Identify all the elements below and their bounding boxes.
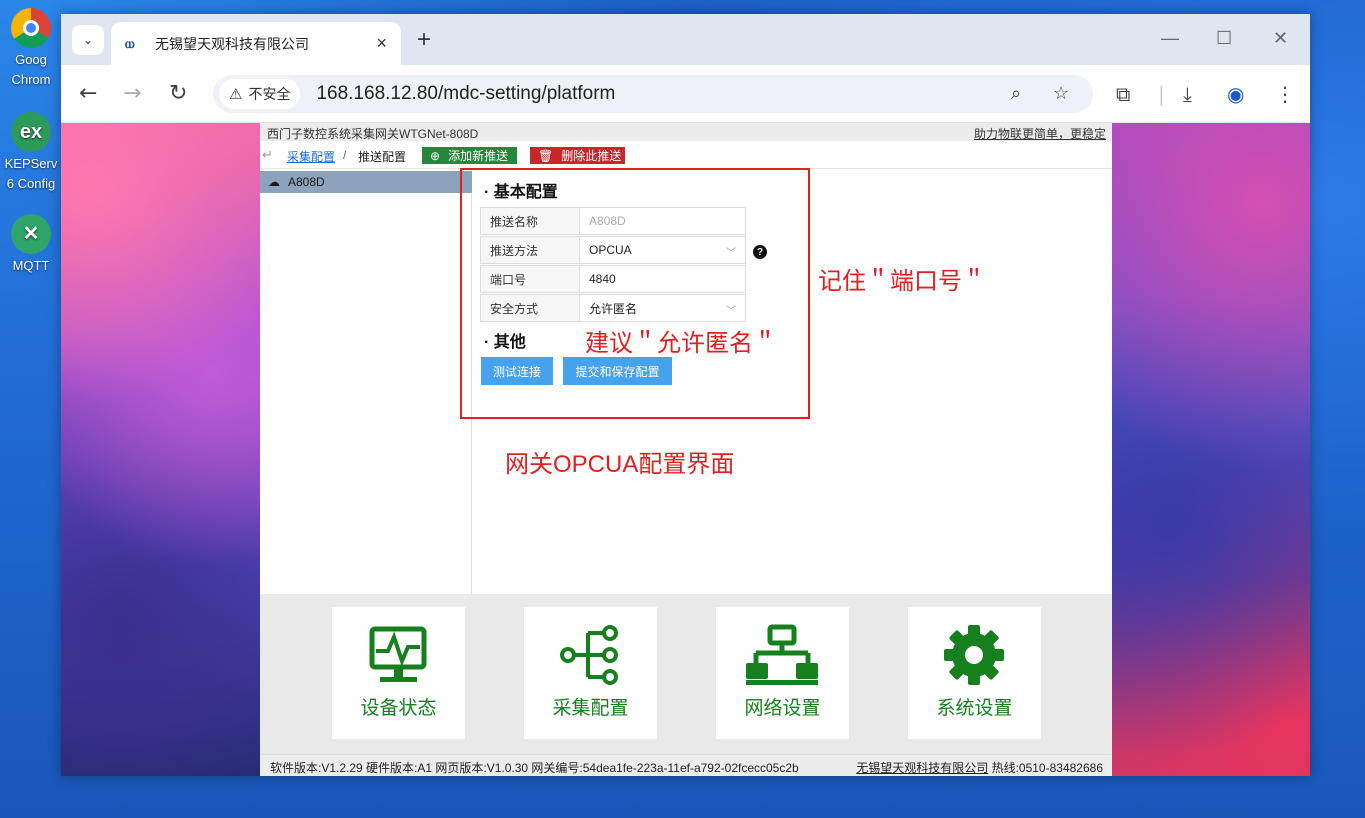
monitor-pulse-icon (369, 626, 427, 682)
tile-system-settings[interactable]: 系统设置 (908, 607, 1041, 739)
tile-device-status[interactable]: 设备状态 (332, 607, 465, 739)
company-link[interactable]: 无锡望天观科技有限公司 (856, 761, 988, 775)
extensions-icon[interactable]: ⧉ (1116, 82, 1130, 106)
tile-label: 系统设置 (936, 698, 1013, 719)
security-annotation: 建议＂允许匿名＂ (585, 330, 777, 357)
port-annotation: 记住＂端口号＂ (818, 268, 986, 295)
page-viewport: 西门子数控系统采集网关WTGNet-808D 助力物联更简单，更稳定 ↵ 采集配… (61, 123, 1310, 776)
toolbar-divider: | (1158, 82, 1165, 106)
sidebar-item-a808d[interactable]: ☁ A808D (260, 171, 472, 193)
footer-right: 无锡望天观科技有限公司 热线:0510-83482686 (856, 759, 1103, 776)
tab-search-button[interactable]: ⌄ (72, 25, 104, 55)
tile-network-settings[interactable]: 网络设置 (716, 607, 849, 739)
delete-push-label: 删除此推送 (561, 149, 622, 163)
browser-toolbar: ← → ↻ ⚠ 不安全 168.168.12.80/mdc-setting/pl… (61, 65, 1310, 123)
desktop-icon-label: Goog (15, 52, 47, 67)
tile-label: 设备状态 (360, 698, 437, 719)
browser-tab[interactable]: ⲱ 无锡望天观科技有限公司 × (111, 22, 401, 65)
breadcrumb: ↵ 采集配置 / 推送配置 ⊕ 添加新推送 🗑 删除此推送 (260, 141, 1112, 169)
back-arrow-icon[interactable]: ↵ (262, 147, 273, 163)
version-info: 软件版本:V1.2.29 硬件版本:A1 网页版本:V1.0.30 网关编号:5… (270, 761, 799, 775)
gear-icon (944, 625, 1004, 685)
desktop-icon-kepserver[interactable]: ex KEPServ 6 Config (0, 112, 62, 194)
url-text[interactable]: 168.168.12.80/mdc-setting/platform (316, 83, 615, 105)
menu-kebab-icon[interactable]: ⋮ (1275, 82, 1295, 106)
breadcrumb-root-link[interactable]: 采集配置 (287, 148, 335, 165)
tab-title: 无锡望天观科技有限公司 (155, 35, 309, 52)
network-icon (746, 624, 818, 685)
tab-strip: ⌄ ⲱ 无锡望天观科技有限公司 × + — ☐ ✕ (61, 14, 1310, 65)
plus-circle-icon: ⊕ (430, 148, 441, 163)
kepserver-icon: ex (11, 112, 51, 152)
back-icon[interactable]: ← (79, 81, 97, 106)
desktop-icon-label: MQTT (12, 258, 50, 273)
add-push-button[interactable]: ⊕ 添加新推送 (422, 147, 517, 164)
zoom-icon[interactable]: ⌕ (1011, 83, 1021, 104)
annotation-highlight-box (460, 168, 810, 419)
node-tree-icon (560, 625, 618, 685)
tile-collect-config[interactable]: 采集配置 (524, 607, 657, 739)
app-header: 西门子数控系统采集网关WTGNet-808D 助力物联更简单，更稳定 (260, 123, 1112, 141)
hotline-text: 热线:0510-83482686 (991, 761, 1103, 775)
close-icon[interactable]: × (376, 33, 387, 54)
gateway-app: 西门子数控系统采集网关WTGNet-808D 助力物联更简单，更稳定 ↵ 采集配… (260, 123, 1112, 776)
desktop-icon-label: Chrom (11, 72, 51, 87)
cloud-sync-icon: ☁ (268, 175, 280, 189)
security-indicator[interactable]: ⚠ 不安全 (219, 79, 301, 109)
desktop-icon-chrome[interactable]: Goog Chrom (0, 8, 62, 90)
add-push-label: 添加新推送 (448, 149, 509, 163)
address-bar[interactable]: ⚠ 不安全 168.168.12.80/mdc-setting/platform… (213, 75, 1093, 113)
desktop-icon-label: 6 Config (6, 176, 56, 191)
tile-label: 网络设置 (744, 698, 821, 719)
wallpaper-right (1112, 123, 1310, 776)
tile-label: 采集配置 (552, 698, 629, 719)
bottom-dock: 设备状态 采集配置 网络设置 系统设置 (260, 594, 1112, 754)
minimize-icon[interactable]: — (1161, 28, 1179, 49)
reload-icon[interactable]: ↻ (169, 81, 187, 106)
chrome-icon (11, 8, 51, 48)
site-favicon-icon: ⲱ (125, 34, 135, 51)
security-label: 不安全 (248, 86, 291, 102)
desktop-icon-mqtt[interactable]: ✕ MQTT (0, 214, 62, 276)
profile-icon[interactable]: ◉ (1227, 82, 1244, 106)
push-list-sidebar: ☁ A808D (260, 170, 472, 594)
app-footer: 软件版本:V1.2.29 硬件版本:A1 网页版本:V1.0.30 网关编号:5… (260, 754, 1112, 776)
mqtt-icon: ✕ (11, 214, 51, 254)
warning-icon: ⚠ (229, 86, 243, 103)
maximize-icon[interactable]: ☐ (1216, 28, 1232, 49)
new-tab-button[interactable]: + (417, 26, 431, 54)
breadcrumb-separator: / (343, 148, 347, 162)
forward-icon[interactable]: → (123, 81, 141, 106)
breadcrumb-current: 推送配置 (358, 150, 407, 164)
desktop-icon-label: KEPServ (4, 156, 58, 171)
window-close-icon[interactable]: ✕ (1273, 28, 1288, 49)
delete-push-button[interactable]: 🗑 删除此推送 (530, 147, 625, 164)
wallpaper-left (61, 123, 260, 776)
bookmark-star-icon[interactable]: ☆ (1053, 83, 1069, 104)
app-title: 西门子数控系统采集网关WTGNet-808D (267, 127, 479, 141)
caption-annotation: 网关OPCUA配置界面 (505, 451, 735, 478)
browser-window: ⌄ ⲱ 无锡望天观科技有限公司 × + — ☐ ✕ ← → ↻ ⚠ 不安全 16… (61, 14, 1310, 776)
slogan-link[interactable]: 助力物联更简单，更稳定 (974, 125, 1106, 142)
trash-icon: 🗑 (538, 148, 554, 163)
chevron-down-icon: ⌄ (82, 33, 94, 47)
sidebar-item-label: A808D (288, 175, 325, 189)
download-icon[interactable]: ⤓ (1183, 82, 1192, 106)
